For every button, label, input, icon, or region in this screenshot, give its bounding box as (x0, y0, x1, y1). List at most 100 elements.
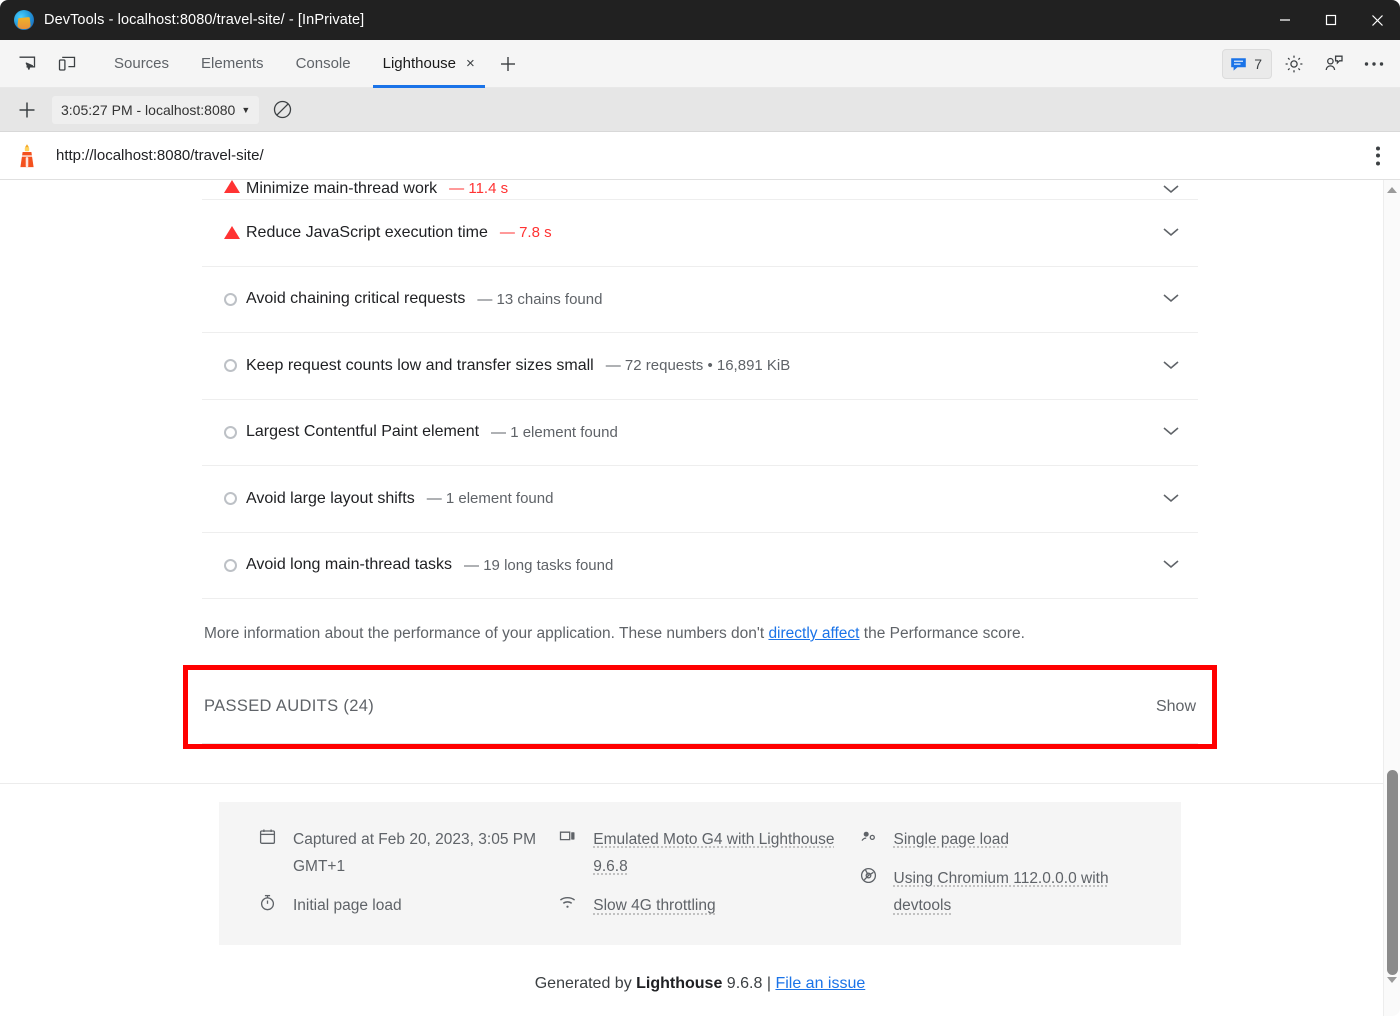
audit-title: Minimize main-thread work (246, 180, 438, 197)
lighthouse-panel-toolbar: 3:05:27 PM - localhost:8080 ▼ (0, 88, 1400, 132)
minimize-button[interactable] (1262, 0, 1308, 40)
close-icon[interactable]: × (466, 56, 475, 71)
info-circle-icon (202, 492, 246, 506)
lighthouse-brand: Lighthouse (636, 975, 723, 993)
metadata-text: Captured at Feb 20, 2023, 3:05 PM GMT+1 (293, 831, 536, 876)
tab-elements[interactable]: Elements (185, 40, 280, 88)
close-button[interactable] (1354, 0, 1400, 40)
report-metadata: Captured at Feb 20, 2023, 3:05 PM GMT+1 … (219, 802, 1181, 946)
chromium-icon (860, 867, 880, 889)
audit-row[interactable]: Minimize main-thread work — 11.4 s (202, 180, 1198, 200)
audit-meta: — 19 long tasks found (464, 556, 614, 574)
scroll-thumb[interactable] (1387, 770, 1398, 975)
message-bubble-icon (1231, 57, 1247, 71)
report-url: http://localhost:8080/travel-site/ (56, 147, 264, 164)
passed-audits-section[interactable]: PASSED AUDITS (24) Show (202, 670, 1198, 744)
passed-audits-label: PASSED AUDITS (24) (204, 697, 375, 715)
info-circle-icon (202, 558, 246, 572)
audit-row[interactable]: Reduce JavaScript execution time — 7.8 s (202, 200, 1198, 267)
audit-title: Largest Contentful Paint element (246, 423, 480, 441)
report-header: http://localhost:8080/travel-site/ (0, 132, 1400, 180)
audit-title: Avoid long main-thread tasks (246, 556, 453, 574)
audit-meta: — 1 element found (491, 423, 618, 441)
metadata-item-throttling: Slow 4G throttling (559, 892, 859, 919)
audit-row[interactable]: Avoid large layout shifts — 1 element fo… (202, 466, 1198, 533)
tab-label: Lighthouse (382, 55, 457, 72)
tab-lighthouse[interactable]: Lighthouse × (367, 40, 491, 88)
edge-logo-icon (14, 10, 34, 30)
audit-row[interactable]: Avoid chaining critical requests — 13 ch… (202, 267, 1198, 333)
titlebar-left: DevTools - localhost:8080/travel-site/ -… (0, 10, 364, 30)
file-an-issue-link[interactable]: File an issue (775, 975, 865, 992)
warning-triangle-icon (202, 180, 246, 193)
more-info-text: More information about the performance o… (202, 599, 1198, 643)
feedback-icon[interactable] (1316, 46, 1352, 82)
generated-prefix: Generated by (534, 975, 637, 993)
audit-meta: — 1 element found (426, 490, 554, 508)
more-info-after: the Performance score. (859, 625, 1025, 642)
more-info-before: More information about the performance o… (204, 625, 769, 642)
tab-label: Sources (114, 55, 170, 72)
stopwatch-icon (259, 894, 279, 916)
audit-meta: — 11.4 s (449, 180, 509, 197)
lighthouse-icon (20, 143, 34, 167)
chevron-down-icon[interactable] (1162, 423, 1180, 441)
tab-label: Console (295, 55, 351, 72)
divider (0, 783, 1400, 784)
info-circle-icon (202, 292, 246, 306)
window-controls (1262, 0, 1400, 40)
messages-button[interactable]: 7 (1222, 49, 1272, 79)
report-content: Minimize main-thread work — 11.4 s Reduc… (0, 180, 1400, 993)
gear-icon[interactable] (1276, 46, 1312, 82)
chevron-down-icon[interactable] (1162, 556, 1180, 574)
metadata-text: Single page load (893, 831, 1010, 848)
tab-sources[interactable]: Sources (98, 40, 185, 88)
network-throttle-icon (559, 894, 579, 916)
audit-row[interactable]: Largest Contentful Paint element — 1 ele… (202, 400, 1198, 466)
kebab-dot (1376, 161, 1380, 165)
devices-icon (559, 828, 579, 850)
passed-audits-show-button[interactable]: Show (1156, 698, 1196, 716)
metadata-text: Initial page load (293, 897, 402, 915)
maximize-button[interactable] (1308, 0, 1354, 40)
chevron-down-icon[interactable] (1162, 181, 1180, 199)
device-toolbar-icon[interactable] (50, 47, 84, 81)
scroll-down-arrow-icon[interactable] (1384, 972, 1400, 988)
metadata-item-captured-at: Captured at Feb 20, 2023, 3:05 PM GMT+1 (259, 826, 559, 880)
audit-list: Minimize main-thread work — 11.4 s Reduc… (202, 180, 1198, 599)
add-panel-button[interactable] (491, 40, 525, 88)
kebab-dot (1376, 153, 1380, 158)
chevron-down-icon[interactable] (1162, 357, 1180, 375)
audit-row[interactable]: Avoid long main-thread tasks — 19 long t… (202, 533, 1198, 599)
clear-no-entry-icon[interactable] (267, 95, 297, 125)
metadata-column-3: Single page load Using Chromium 112.0.0.… (860, 826, 1141, 919)
single-page-load-icon (860, 828, 880, 850)
kebab-menu-icon[interactable] (1376, 146, 1380, 165)
inspect-element-icon[interactable] (10, 47, 44, 81)
devtools-tabs: Sources Elements Console Lighthouse × (98, 40, 525, 88)
tab-console[interactable]: Console (280, 40, 367, 88)
scroll-up-arrow-icon[interactable] (1384, 182, 1400, 198)
new-report-button[interactable] (10, 95, 44, 125)
report-run-select[interactable]: 3:05:27 PM - localhost:8080 ▼ (52, 95, 260, 124)
audit-title: Reduce JavaScript execution time (246, 223, 488, 241)
metadata-item-emulated-device: Emulated Moto G4 with Lighthouse 9.6.8 (559, 826, 859, 880)
window-titlebar: DevTools - localhost:8080/travel-site/ -… (0, 0, 1400, 40)
chevron-down-icon[interactable] (1162, 490, 1180, 508)
metadata-text: Emulated Moto G4 with Lighthouse 9.6.8 (593, 831, 835, 876)
metadata-text: Slow 4G throttling (593, 897, 716, 915)
more-horizontal-icon[interactable] (1356, 46, 1392, 82)
chevron-down-icon[interactable] (1162, 290, 1180, 308)
tab-label: Elements (201, 55, 264, 72)
audit-title: Avoid chaining critical requests (246, 290, 466, 308)
directly-affect-link[interactable]: directly affect (768, 625, 859, 642)
vertical-scrollbar[interactable] (1383, 180, 1400, 1016)
calendar-icon (259, 828, 279, 850)
audit-row[interactable]: Keep request counts low and transfer siz… (202, 333, 1198, 400)
devtools-tabbar: Sources Elements Console Lighthouse × 7 (0, 40, 1400, 88)
chevron-down-icon[interactable] (1162, 224, 1180, 242)
report-run-label: 3:05:27 PM - localhost:8080 (61, 101, 236, 118)
audit-meta: — 72 requests • 16,891 KiB (605, 357, 791, 375)
metadata-text: Using Chromium 112.0.0.0 with devtools (893, 870, 1109, 915)
generated-by-footer: Generated by Lighthouse 9.6.8 | File an … (0, 975, 1400, 993)
